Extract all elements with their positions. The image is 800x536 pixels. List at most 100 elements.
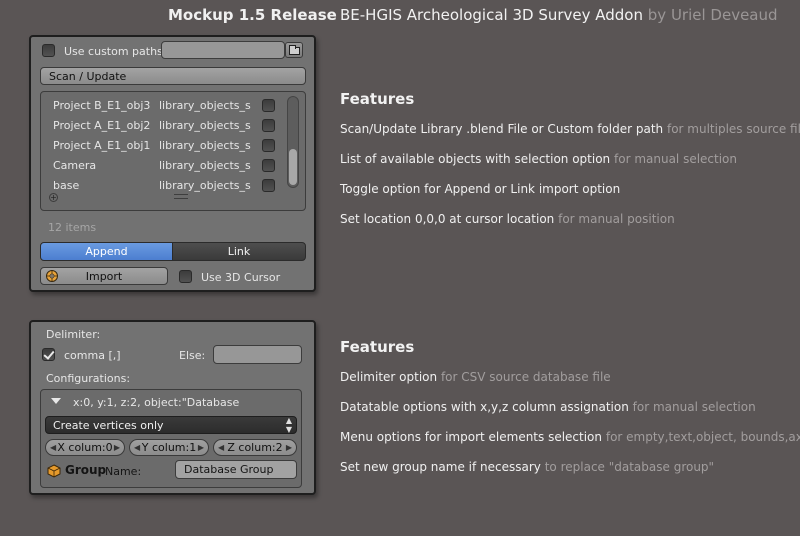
increment-icon[interactable]: ▶ <box>286 443 292 452</box>
library-import-panel: Use custom paths Scan / Update Project B… <box>29 35 316 292</box>
object-name: Camera <box>53 159 97 172</box>
feature-text: Set location 0,0,0 at cursor location <box>340 212 555 226</box>
comma-checkbox[interactable] <box>42 348 55 361</box>
list-item[interactable]: Camera library_objects_s <box>41 156 281 176</box>
features-title-2: Features <box>340 338 415 356</box>
z-column-label: Z colum: <box>227 441 276 454</box>
scan-update-label: Scan / Update <box>49 69 127 83</box>
addon-author: by Uriel Deveaud <box>647 6 778 24</box>
comma-label: comma [,] <box>64 349 121 362</box>
feature-text: Datatable options with x,y,z column assi… <box>340 400 629 414</box>
config-header: x:0, y:1, z:2, object:"Database <box>73 396 240 409</box>
release-title: Mockup 1.5 Release <box>168 6 337 24</box>
object-library: library_objects_s <box>159 179 251 192</box>
group-name-label: Name: <box>105 465 142 478</box>
decrement-icon[interactable]: ◀ <box>134 443 140 452</box>
use-custom-paths-label: Use custom paths <box>64 45 163 58</box>
else-delimiter-field[interactable] <box>213 345 302 364</box>
import-button[interactable]: Import <box>40 267 168 285</box>
import-mode-value: Create vertices only <box>53 419 164 432</box>
object-select-checkbox[interactable] <box>262 179 275 192</box>
object-name: Project B_E1_obj3 <box>53 99 151 112</box>
list-resize-grip[interactable] <box>174 194 188 199</box>
addon-name: BE-HGIS Archeological 3D Survey Addon <box>340 6 643 24</box>
group-label: Group <box>65 463 107 477</box>
custom-path-field[interactable] <box>161 41 285 59</box>
else-label: Else: <box>179 349 206 362</box>
scan-update-button[interactable]: Scan / Update <box>40 67 306 85</box>
append-toggle[interactable]: Append <box>40 242 173 261</box>
object-select-checkbox[interactable] <box>262 139 275 152</box>
use-3d-cursor-label: Use 3D Cursor <box>201 271 281 284</box>
group-name-value: Database Group <box>184 463 274 476</box>
scrollbar-thumb[interactable] <box>289 149 297 185</box>
feature-text: Menu options for import elements selecti… <box>340 430 603 444</box>
features-title-1: Features <box>340 90 415 108</box>
object-select-checkbox[interactable] <box>262 119 275 132</box>
use-3d-cursor-checkbox[interactable] <box>179 270 192 283</box>
x-column-field[interactable]: ◀ X colum: 0 ▶ <box>45 439 125 456</box>
import-icon <box>45 269 59 283</box>
object-name: Project A_E1_obj2 <box>53 119 151 132</box>
feature-text: Scan/Update Library .blend File or Custo… <box>340 122 664 136</box>
append-label: Append <box>85 245 128 258</box>
object-library: library_objects_s <box>159 99 251 112</box>
object-list: Project B_E1_obj3 library_objects_s Proj… <box>40 91 306 211</box>
group-name-field[interactable]: Database Group <box>175 460 297 479</box>
collapse-triangle-icon[interactable] <box>51 398 61 404</box>
z-column-field[interactable]: ◀ Z colum: 2 ▶ <box>213 439 297 456</box>
feature-text: Toggle option for Append or Link import … <box>340 182 621 196</box>
feature-item: Set location 0,0,0 at cursor location fo… <box>340 212 675 226</box>
decrement-icon[interactable]: ◀ <box>50 443 56 452</box>
import-label: Import <box>85 269 123 283</box>
feature-item: Datatable options with x,y,z column assi… <box>340 400 756 414</box>
link-toggle[interactable]: Link <box>172 242 306 261</box>
list-item[interactable]: Project A_E1_obj1 library_objects_s <box>41 136 281 156</box>
feature-hint: for multiples source files <box>666 122 800 136</box>
feature-hint: to replace "database group" <box>544 460 715 474</box>
import-mode-select[interactable]: Create vertices only ▲ ▼ <box>45 416 297 434</box>
feature-text: Set new group name if necessary <box>340 460 541 474</box>
configuration-box: x:0, y:1, z:2, object:"Database Create v… <box>40 389 302 488</box>
list-item[interactable]: Project B_E1_obj3 library_objects_s <box>41 96 281 116</box>
delimiter-label: Delimiter: <box>46 328 101 341</box>
feature-item: Menu options for import elements selecti… <box>340 430 800 444</box>
y-column-field[interactable]: ◀ Y colum: 1 ▶ <box>129 439 209 456</box>
object-library: library_objects_s <box>159 159 251 172</box>
addon-title: BE-HGIS Archeological 3D Survey Addon by… <box>340 6 778 24</box>
feature-item: Set new group name if necessary to repla… <box>340 460 714 474</box>
group-icon <box>47 463 61 478</box>
object-name: Project A_E1_obj1 <box>53 139 151 152</box>
y-column-value: 1 <box>189 441 197 454</box>
select-updown-icon: ▲ ▼ <box>285 416 292 434</box>
z-column-value: 2 <box>275 441 283 454</box>
csv-import-panel: Delimiter: comma [,] Else: Configuration… <box>29 320 316 495</box>
object-library: library_objects_s <box>159 139 251 152</box>
items-count: 12 items <box>48 221 97 234</box>
folder-browse-button[interactable] <box>285 42 303 58</box>
y-column-label: Y colum: <box>141 441 190 454</box>
x-column-value: 0 <box>105 441 113 454</box>
feature-item: Delimiter option for CSV source database… <box>340 370 611 384</box>
increment-icon[interactable]: ▶ <box>114 443 120 452</box>
object-select-checkbox[interactable] <box>262 99 275 112</box>
feature-hint: for manual position <box>558 212 675 226</box>
expand-icon[interactable]: + <box>49 193 58 202</box>
list-item[interactable]: base library_objects_s <box>41 176 281 196</box>
object-select-checkbox[interactable] <box>262 159 275 172</box>
feature-hint: for manual selection <box>632 400 756 414</box>
use-custom-paths-checkbox[interactable] <box>42 44 55 57</box>
feature-item: List of available objects with selection… <box>340 152 737 166</box>
feature-text: Delimiter option <box>340 370 438 384</box>
feature-item: Toggle option for Append or Link import … <box>340 182 620 196</box>
feature-text: List of available objects with selection… <box>340 152 611 166</box>
list-scrollbar[interactable] <box>287 96 299 188</box>
link-label: Link <box>227 245 251 258</box>
configurations-label: Configurations: <box>46 372 131 385</box>
feature-hint: for manual selection <box>614 152 738 166</box>
object-name: base <box>53 179 80 192</box>
list-item[interactable]: Project A_E1_obj2 library_objects_s <box>41 116 281 136</box>
decrement-icon[interactable]: ◀ <box>218 443 224 452</box>
increment-icon[interactable]: ▶ <box>198 443 204 452</box>
object-library: library_objects_s <box>159 119 251 132</box>
